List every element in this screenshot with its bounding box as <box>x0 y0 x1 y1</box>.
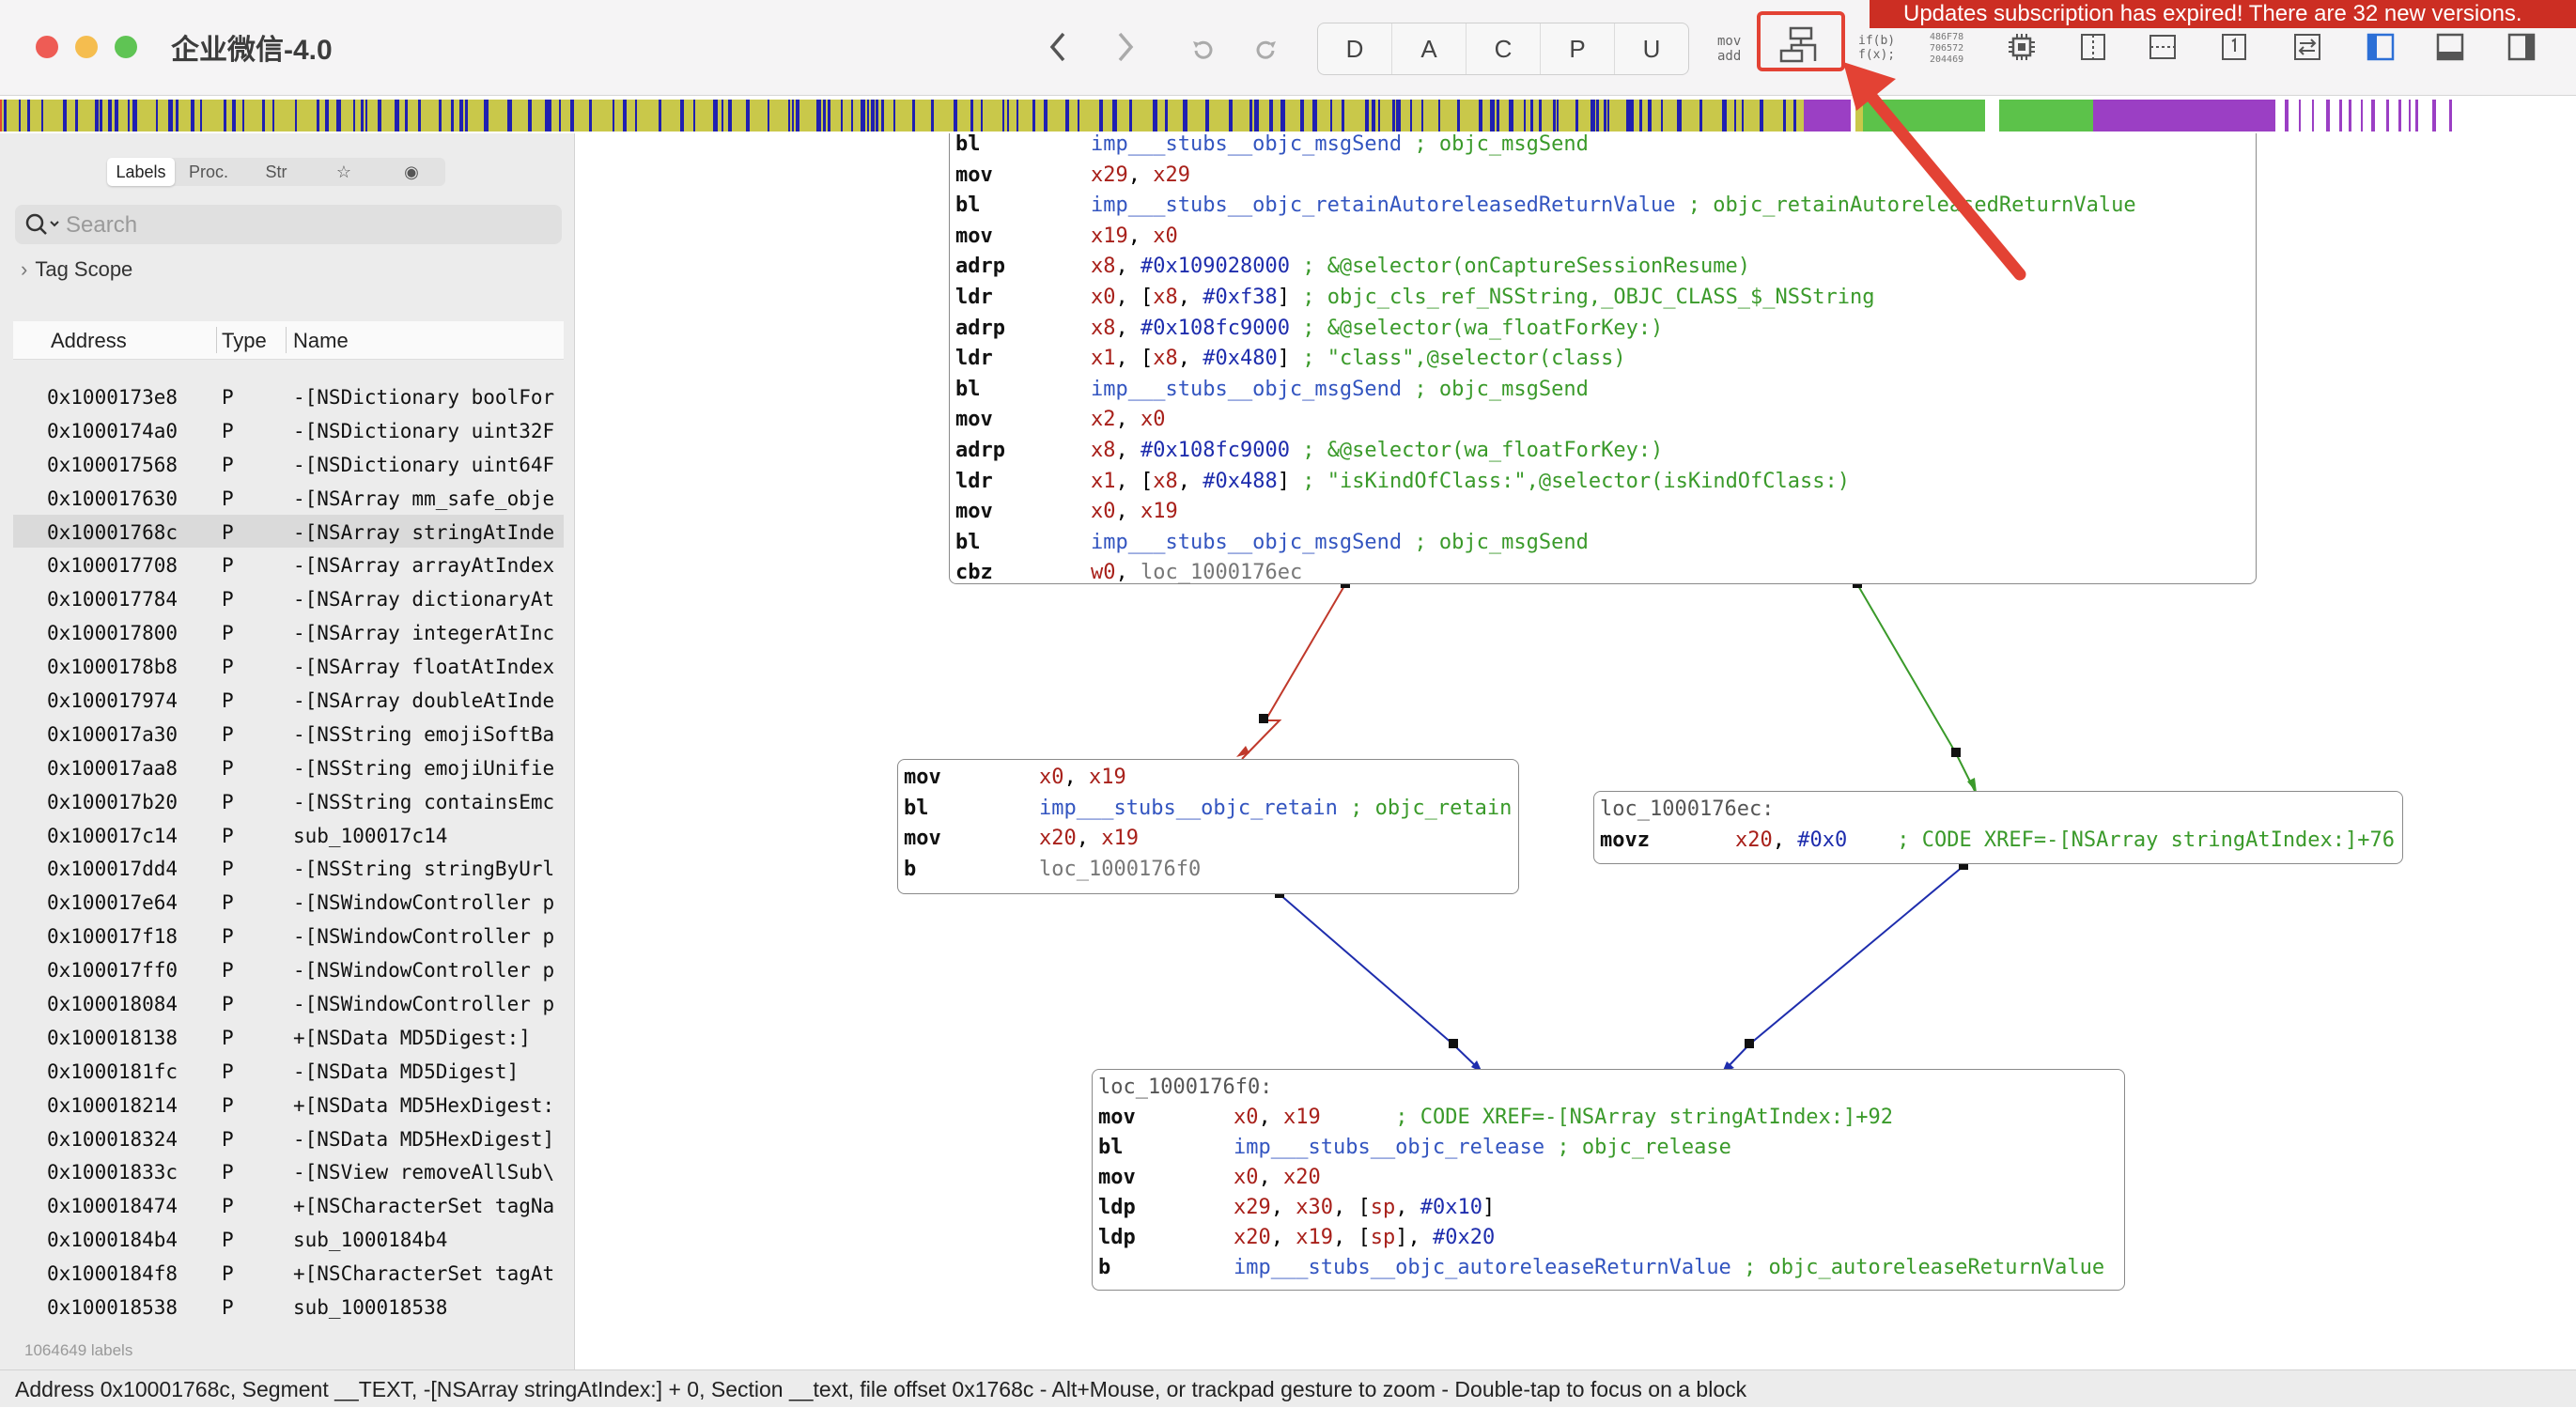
status-bar: Address 0x10001768c, Segment __TEXT, -[N… <box>0 1369 2576 1407</box>
annotation-arrow <box>1843 62 2026 281</box>
